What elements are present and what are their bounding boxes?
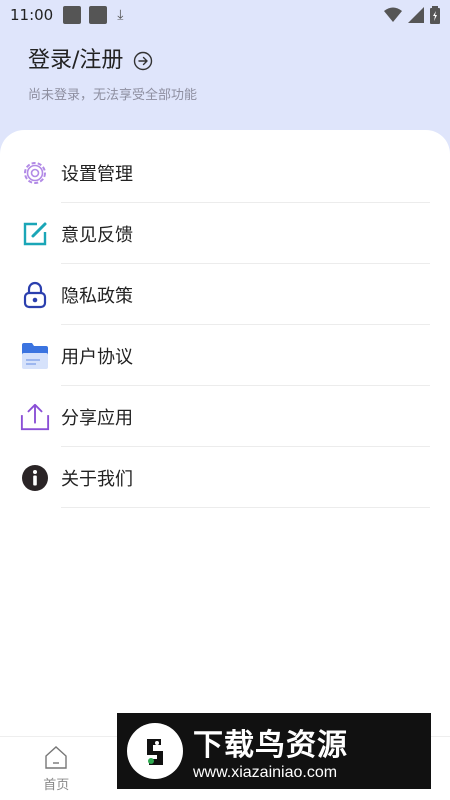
arrow-circle-right-icon — [134, 51, 153, 71]
home-icon — [45, 746, 67, 769]
menu-item-label: 意见反馈 — [61, 224, 133, 246]
share-icon — [20, 402, 50, 432]
menu-item-label: 分享应用 — [61, 407, 133, 429]
menu-item-settings[interactable]: 设置管理 — [0, 142, 450, 203]
document-icon — [20, 341, 50, 371]
watermark-title: 下载鸟资源 — [193, 728, 348, 763]
login-subtitle: 尚未登录，无法享受全部功能 — [28, 88, 198, 103]
login-title: 登录/注册 — [28, 48, 124, 73]
bird-logo-icon — [127, 723, 183, 779]
nav-label: 首页 — [43, 778, 70, 793]
watermark-url: www.xiazainiao.com — [193, 764, 338, 781]
gear-icon — [20, 158, 50, 188]
info-icon — [20, 463, 50, 493]
edit-icon — [20, 219, 50, 249]
lock-icon — [20, 280, 50, 310]
settings-menu: 设置管理 意见反馈 隐私政策 用户协议 分享应用 关于我们 — [0, 142, 450, 508]
menu-card: 设置管理 意见反馈 隐私政策 用户协议 分享应用 关于我们 — [0, 130, 450, 800]
download-icon: ⤓ — [117, 7, 124, 23]
nav-tab-home[interactable]: 首页 — [0, 737, 113, 800]
menu-item-label: 关于我们 — [61, 468, 133, 490]
watermark-banner: 下载鸟资源 www.xiazainiao.com — [117, 713, 431, 789]
status-time: 11:00 — [10, 6, 54, 24]
menu-item-privacy[interactable]: 隐私政策 — [0, 264, 450, 325]
signal-icon — [408, 7, 424, 23]
menu-item-share[interactable]: 分享应用 — [0, 386, 450, 447]
wifi-icon — [384, 7, 402, 22]
divider — [61, 507, 430, 508]
menu-item-feedback[interactable]: 意见反馈 — [0, 203, 450, 264]
menu-item-label: 用户协议 — [61, 346, 133, 368]
status-icons — [384, 6, 440, 24]
menu-item-agreement[interactable]: 用户协议 — [0, 325, 450, 386]
login-register-link[interactable]: 登录/注册 — [28, 46, 197, 76]
menu-item-label: 设置管理 — [61, 163, 133, 185]
menu-item-about[interactable]: 关于我们 — [0, 447, 450, 508]
login-section[interactable]: 登录/注册 尚未登录，无法享受全部功能 — [28, 46, 197, 103]
watermark-text: 下载鸟资源 www.xiazainiao.com — [193, 720, 348, 782]
notification-icon — [89, 6, 108, 24]
battery-icon — [430, 6, 440, 24]
menu-item-label: 隐私政策 — [61, 285, 133, 307]
status-bar: 11:00 ⤓ — [0, 0, 450, 30]
notification-icon — [63, 6, 82, 24]
